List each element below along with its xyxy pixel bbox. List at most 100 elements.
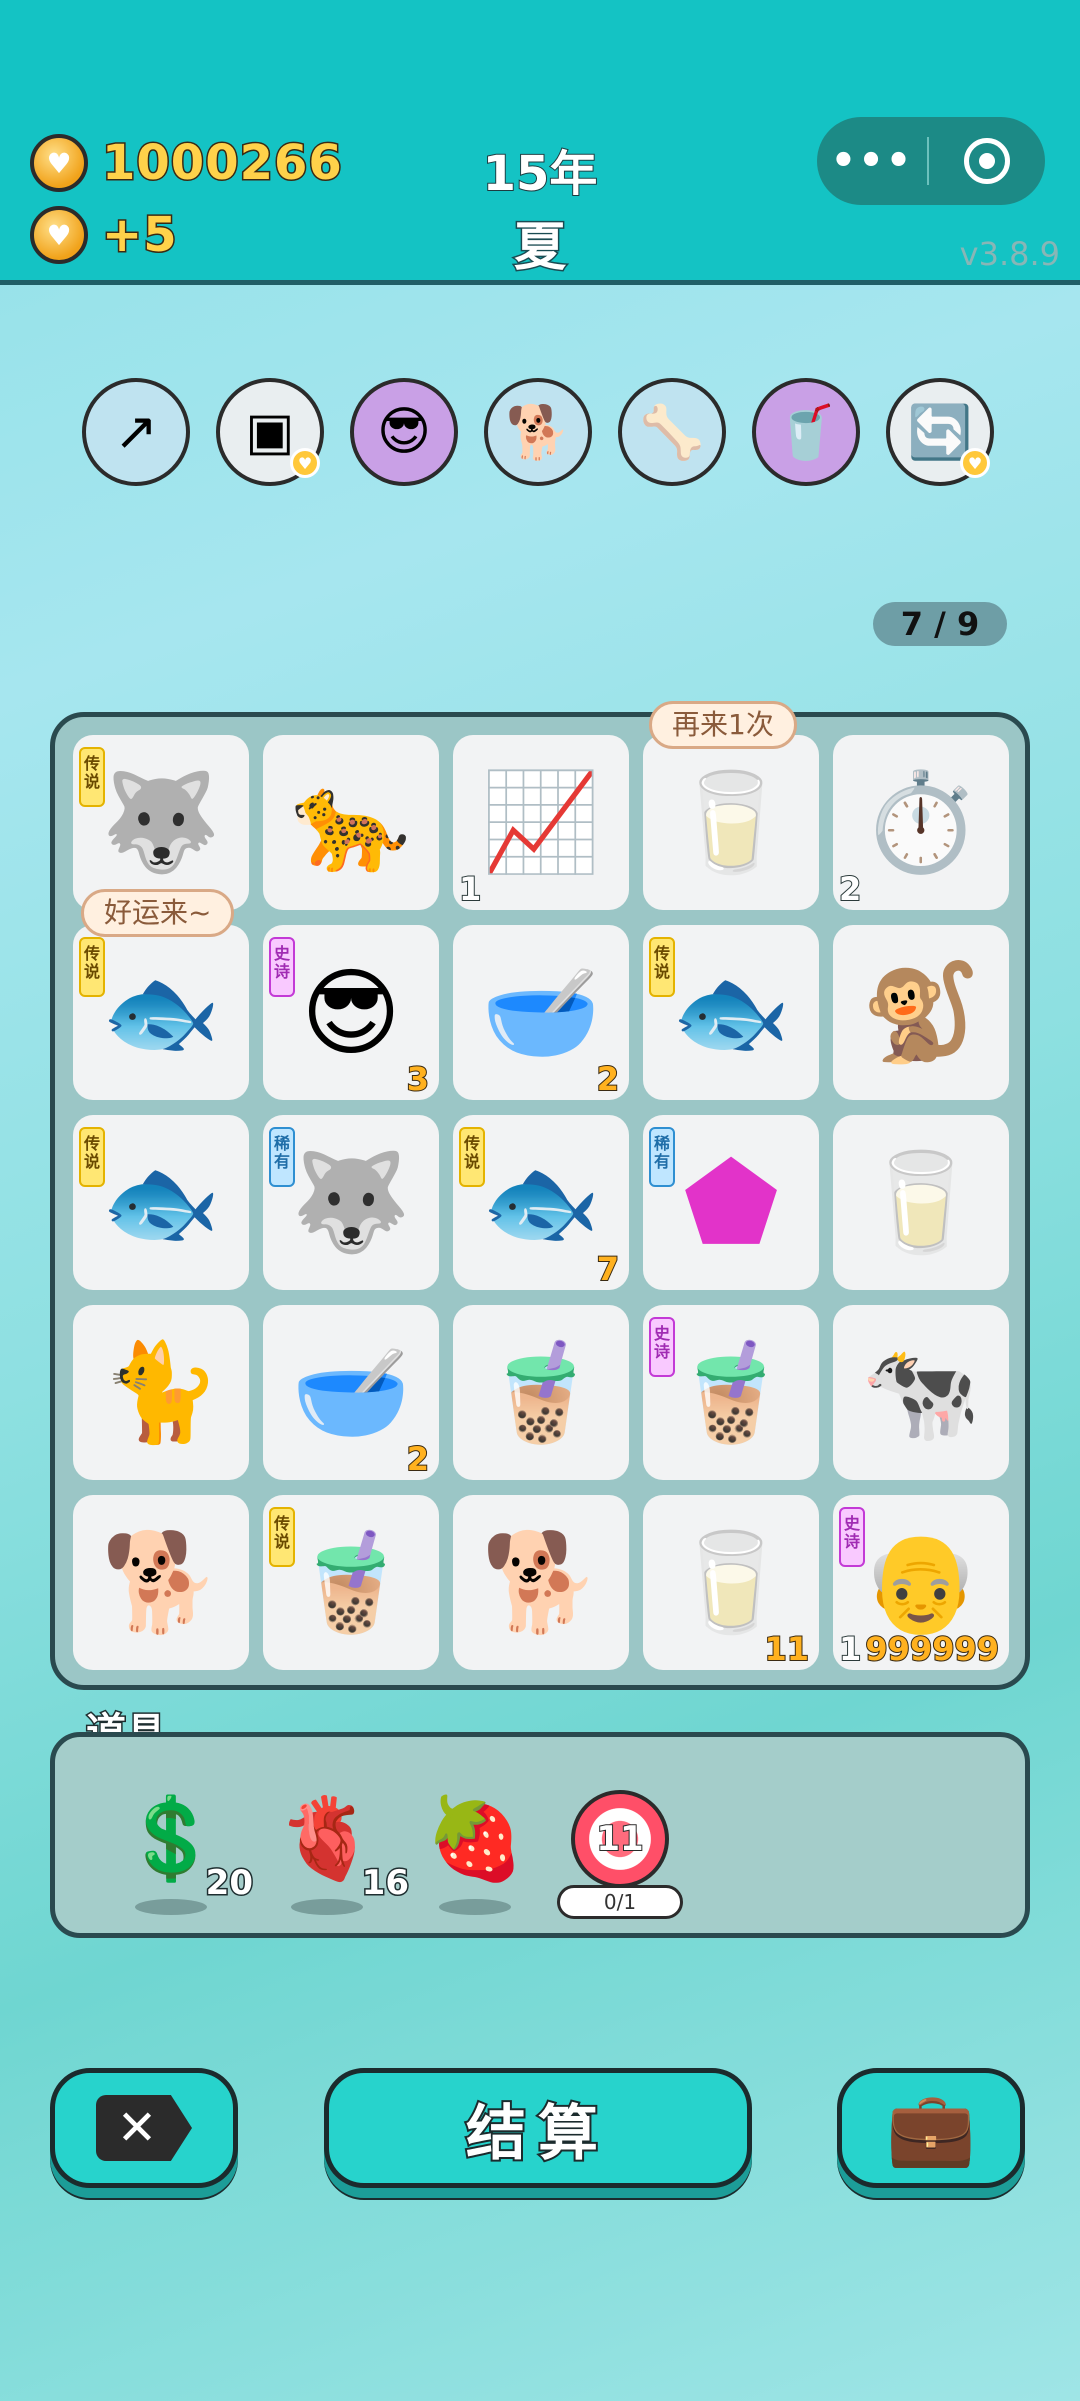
bubble-again: 再来1次 xyxy=(649,701,797,749)
rarity-tag-legend: 传说 xyxy=(79,1127,105,1187)
board-cell-milk-bottle-star[interactable]: 🥛 11 xyxy=(643,1495,819,1670)
arrow-up-icon: ↗ xyxy=(114,402,158,462)
prop-shadow xyxy=(439,1899,511,1915)
board-cell-trend-card[interactable]: 📈 1 xyxy=(453,735,629,910)
bowl-icon: 🥣 xyxy=(481,956,601,1068)
blocks-icon: ▣ xyxy=(245,402,295,462)
board-cell-big-milk-tea[interactable]: 🧋 传说 xyxy=(263,1495,439,1670)
green-hat-man-icon: 😎 xyxy=(300,956,402,1069)
board-cell-cow[interactable]: 🐄 xyxy=(833,1305,1009,1480)
small-milk-tea-icon: 🧋 xyxy=(481,1336,601,1448)
miniapp-capsule: ••• xyxy=(817,117,1045,205)
target-icon: 11 xyxy=(571,1790,669,1888)
cell-level: 2 xyxy=(838,869,862,909)
board-cell-milk-bottle-fu[interactable]: 🥛 xyxy=(643,735,819,910)
koi-fish-icon: 🐟 xyxy=(101,956,221,1068)
rarity-tag-rare: 稀有 xyxy=(269,1127,295,1187)
coin-prop-button[interactable]: 💲 20 xyxy=(111,1779,255,1915)
props-panel: 💲 20 🫀 16 🍓 11 0/1 xyxy=(50,1732,1030,1938)
board-cell-husky[interactable]: 🐺 稀有 xyxy=(263,1115,439,1290)
target-progress: 0/1 xyxy=(557,1885,683,1919)
yellow-cat-icon: 🐈 xyxy=(101,1336,221,1448)
koi-fish-icon: 🐟 xyxy=(101,1146,221,1258)
refresh-boost-button[interactable]: 🔄 ♥ xyxy=(886,378,994,486)
arrow-up-boost-button[interactable]: ↗ xyxy=(82,378,190,486)
dog-bowl-icon: 🦴 xyxy=(639,402,705,463)
cell-level: 1 xyxy=(458,869,482,909)
cell-count: 2 xyxy=(406,1439,430,1479)
heart-coin-icon: ♥ xyxy=(30,134,88,192)
season-label: 夏 xyxy=(512,217,567,280)
board-cell-koi-fish[interactable]: 🐟 传说 xyxy=(643,925,819,1100)
heart-badge-icon: ♥ xyxy=(290,448,320,478)
rarity-tag-legend: 传说 xyxy=(459,1127,485,1187)
dog-boost-button[interactable]: 🐕 xyxy=(484,378,592,486)
bowl-icon: 🥣 xyxy=(291,1336,411,1448)
rarity-tag-epic: 史诗 xyxy=(649,1317,675,1377)
board-cell-milk-bottle[interactable]: 🥛 xyxy=(833,1115,1009,1290)
more-button[interactable]: ••• xyxy=(817,138,927,184)
dog-icon: 🐕 xyxy=(505,402,571,463)
tall-milk-tea-icon: 🧋 xyxy=(671,1336,791,1448)
board-cell-grandpa[interactable]: 👴 史诗 999999 1 xyxy=(833,1495,1009,1670)
cow-icon: 🐄 xyxy=(861,1336,981,1448)
milk-bottle-fu-icon: 🥛 xyxy=(671,766,791,878)
round-counter: 7 / 9 xyxy=(873,602,1007,646)
bubble-luck: 好运来~ xyxy=(81,889,235,937)
board-cell-husky-king[interactable]: 🐺 传说 xyxy=(73,735,249,910)
coin-bonus-row: ♥ +5 xyxy=(30,206,178,265)
board-cell-bowl[interactable]: 🥣 2 xyxy=(453,925,629,1100)
bayberry-prop-button[interactable]: 🍓 xyxy=(415,1779,535,1915)
board-cell-earth-gem[interactable]: ⬟ 稀有 xyxy=(643,1115,819,1290)
coin-total: 1000266 xyxy=(101,134,344,193)
koi-fish-icon: 🐟 xyxy=(671,956,791,1068)
board-cell-stopwatch-card[interactable]: ⏱️ 2 xyxy=(833,735,1009,910)
board-cell-green-hat-man[interactable]: 😎 史诗 3 xyxy=(263,925,439,1100)
board-cell-monkey[interactable]: 🐒 xyxy=(833,925,1009,1100)
board-cell-brown-dog[interactable]: 🐕 xyxy=(453,1495,629,1670)
rarity-tag-legend: 传说 xyxy=(79,747,105,807)
settle-button[interactable]: 结算 xyxy=(324,2068,752,2188)
rarity-tag-legend: 传说 xyxy=(79,937,105,997)
rarity-tag-rare: 稀有 xyxy=(649,1127,675,1187)
board-cell-yellow-cat[interactable]: 🐈 xyxy=(73,1305,249,1480)
board-cell-cheetah-cat[interactable]: 🐆 xyxy=(263,735,439,910)
exit-icon: ✕ xyxy=(96,2095,192,2161)
rarity-tag-epic: 史诗 xyxy=(839,1507,865,1567)
board-cell-koi-fish[interactable]: 🐟 传说 xyxy=(73,1115,249,1290)
milk-tea-boost-button[interactable]: 🥤 xyxy=(752,378,860,486)
cell-count: 7 xyxy=(596,1249,620,1289)
board-cell-koi-fish[interactable]: 🐟 传说 7 xyxy=(453,1115,629,1290)
multiplier-boost-button[interactable]: 😎 xyxy=(350,378,458,486)
trend-card-icon: 📈 xyxy=(481,766,601,878)
grandpa-icon: 👴 xyxy=(861,1526,981,1638)
milk-tea-boost-icon: 🥤 xyxy=(773,402,839,463)
husky-king-icon: 🐺 xyxy=(101,766,221,878)
board-cell-wedding-dog[interactable]: 🐕 xyxy=(73,1495,249,1670)
board-cell-tall-milk-tea[interactable]: 🧋 史诗 xyxy=(643,1305,819,1480)
blocks-boost-button[interactable]: ▣ ♥ xyxy=(216,378,324,486)
board-cell-bowl[interactable]: 🥣 2 xyxy=(263,1305,439,1480)
heart-badge-icon: ♥ xyxy=(960,448,990,478)
close-miniapp-button[interactable] xyxy=(929,138,1045,184)
wedding-dog-icon: 🐕 xyxy=(101,1526,221,1638)
prop-shadow xyxy=(291,1899,363,1915)
monkey-icon: 🐒 xyxy=(861,956,981,1068)
cell-count: 3 xyxy=(406,1059,430,1099)
stopwatch-card-icon: ⏱️ xyxy=(861,766,981,878)
big-milk-tea-icon: 🧋 xyxy=(291,1526,411,1638)
version-label: v3.8.9 xyxy=(959,235,1060,273)
coin-prop-count: 20 xyxy=(204,1862,254,1905)
board-cell-small-milk-tea[interactable]: 🧋 xyxy=(453,1305,629,1480)
quit-button[interactable]: ✕ xyxy=(50,2068,238,2188)
liver-prop-button[interactable]: 🫀 16 xyxy=(267,1779,411,1915)
board-cell-koi-fish[interactable]: 🐟 传说 xyxy=(73,925,249,1100)
milk-bottle-star-icon: 🥛 xyxy=(671,1526,791,1638)
target-prop-button[interactable]: 11 xyxy=(560,1779,680,1899)
cell-count: 2 xyxy=(596,1059,620,1099)
bag-button[interactable]: 💼 xyxy=(837,2068,1025,2188)
heart-coin-icon: ♥ xyxy=(30,206,88,264)
dog-bowl-boost-button[interactable]: 🦴 xyxy=(618,378,726,486)
boost-bar: ↗ ▣ ♥ 😎 🐕 🦴 🥤 🔄 ♥ xyxy=(82,378,994,486)
rarity-tag-legend: 传说 xyxy=(649,937,675,997)
